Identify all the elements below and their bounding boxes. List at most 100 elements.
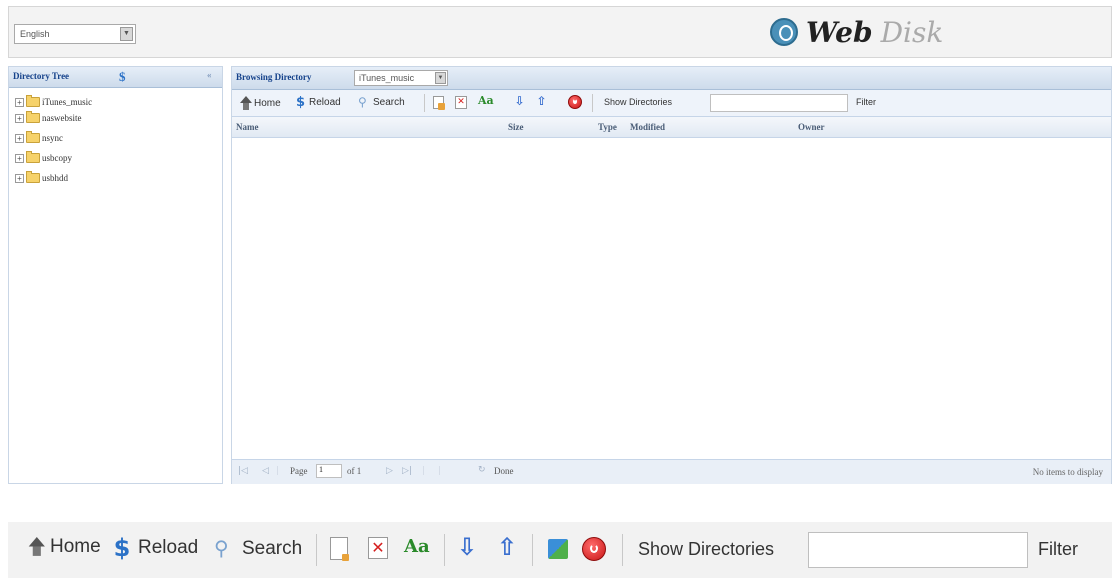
zoomed-toolbar: Home $ Reload ⚲ Search ✕ Aa ⇩ ⇧ Show Dir… (8, 522, 1112, 578)
expand-icon[interactable]: + (15, 133, 24, 143)
reload-icon: $ (113, 534, 131, 562)
pager-divider: | (422, 466, 426, 476)
logo-word-disk: Disk (880, 15, 944, 49)
folder-icon (26, 131, 40, 143)
dropdown-arrow-icon[interactable]: ▼ (435, 72, 446, 84)
logout-icon[interactable] (568, 95, 582, 109)
expand-icon[interactable]: + (15, 153, 24, 163)
show-directories-label: Show Directories (638, 539, 775, 559)
toolbar-divider (316, 534, 317, 566)
download-icon[interactable]: ⇩ (513, 94, 526, 108)
empty-message: No items to display (1032, 467, 1103, 477)
first-page-icon[interactable]: |◁ (238, 466, 248, 476)
folder-icon (26, 171, 40, 183)
logout-icon[interactable] (582, 537, 606, 561)
language-select[interactable]: English ▼ (14, 24, 136, 44)
filter-button-large[interactable]: Filter (1038, 539, 1078, 560)
expand-icon[interactable]: + (15, 97, 24, 107)
directory-select-value: iTunes_music (359, 73, 415, 83)
expand-icon[interactable]: + (15, 113, 24, 123)
new-file-icon[interactable] (330, 537, 349, 561)
search-icon: ⚲ (358, 95, 367, 109)
home-label: Home (50, 536, 101, 557)
tree-item-itunes-music[interactable]: + iTunes_music (15, 94, 92, 110)
browser-header: Browsing Directory iTunes_music ▼ (232, 67, 1111, 90)
directory-select[interactable]: iTunes_music ▼ (354, 70, 448, 86)
home-icon (26, 537, 50, 564)
tree-item-usbhdd[interactable]: + usbhdd (15, 170, 68, 186)
collapse-icon[interactable]: « (207, 70, 212, 80)
disk-logo-icon (770, 18, 798, 46)
dropdown-arrow-icon[interactable]: ▼ (120, 27, 133, 41)
pager-divider: | (438, 466, 442, 476)
directory-tree-panel: Directory Tree $ « + iTunes_music + nasw… (8, 66, 223, 484)
tree-item-label: naswebsite (42, 113, 82, 123)
toolbar-divider (622, 534, 623, 566)
tree-item-naswebsite[interactable]: + naswebsite (15, 110, 82, 126)
toolbar-divider (444, 534, 445, 566)
column-size[interactable]: Size (508, 122, 524, 132)
delete-icon[interactable]: ✕ (455, 96, 467, 109)
reload-label: Reload (138, 537, 199, 558)
next-page-icon[interactable]: ▷ (386, 466, 393, 476)
logo-word-web: Web (806, 15, 873, 49)
tree-item-label: usbhdd (42, 173, 69, 183)
tree-item-label: usbcopy (42, 153, 72, 163)
search-button-large[interactable]: ⚲ Search (214, 536, 302, 561)
show-directories-label: Show Directories (604, 97, 673, 107)
column-modified[interactable]: Modified (630, 122, 665, 132)
tree-item-usbcopy[interactable]: + usbcopy (15, 150, 72, 166)
filter-input-large[interactable] (808, 532, 1028, 568)
browsing-directory-label: Browsing Directory (236, 72, 312, 82)
toolbar-divider (424, 94, 425, 112)
page-number-value: 1 (319, 465, 323, 474)
page-count-label: of 1 (347, 466, 362, 476)
last-page-icon[interactable]: ▷| (402, 466, 412, 476)
page-number-input[interactable]: 1 (316, 464, 342, 478)
search-label: Search (373, 96, 405, 108)
folder-icon (26, 95, 40, 107)
reload-label: Reload (309, 97, 341, 108)
tree-item-label: iTunes_music (42, 97, 93, 107)
filter-input[interactable] (710, 94, 848, 112)
search-label: Search (242, 537, 303, 559)
column-owner[interactable]: Owner (798, 122, 825, 132)
share-icon[interactable] (548, 539, 568, 559)
rename-icon[interactable]: Aa (404, 536, 430, 557)
rename-icon[interactable]: Aa (478, 94, 494, 107)
directory-tree-title: Directory Tree (13, 71, 70, 81)
column-name[interactable]: Name (236, 122, 259, 132)
previous-page-icon[interactable]: ◁ (262, 466, 269, 476)
page-label: Page (290, 466, 308, 476)
pagination-bar: |◁ ◁ | Page 1 of 1 ▷ ▷| | | ↻ Done No it… (232, 459, 1111, 484)
directory-tree-header: Directory Tree $ « (9, 67, 222, 88)
refresh-icon[interactable]: ↻ (478, 465, 486, 475)
delete-icon[interactable]: ✕ (368, 537, 388, 559)
column-header-row: Name Size Type Modified Owner (232, 117, 1111, 138)
file-browser-panel: Browsing Directory iTunes_music ▼ Home $… (231, 66, 1112, 484)
reload-button[interactable]: $ Reload (294, 95, 341, 110)
upload-icon[interactable]: ⇧ (535, 94, 548, 108)
search-button[interactable]: ⚲ Search (358, 95, 405, 109)
language-value: English (20, 29, 50, 39)
home-button[interactable]: Home (238, 96, 281, 110)
new-file-icon[interactable] (433, 96, 445, 110)
home-label: Home (254, 97, 281, 109)
home-button-large[interactable]: Home (26, 536, 101, 558)
download-icon[interactable]: ⇩ (456, 533, 478, 561)
status-done-label: Done (494, 466, 514, 476)
upload-icon[interactable]: ⇧ (496, 533, 518, 561)
show-directories-button-large[interactable]: Show Directories (638, 539, 774, 560)
reload-icon: $ (295, 95, 306, 110)
file-list (232, 138, 1111, 458)
tree-item-nsync[interactable]: + nsync (15, 130, 63, 146)
reload-button-large[interactable]: $ Reload (110, 534, 199, 562)
reload-icon[interactable]: $ (119, 70, 133, 83)
top-bar (8, 6, 1112, 58)
column-type[interactable]: Type (598, 122, 617, 132)
filter-button[interactable]: Filter (856, 97, 876, 107)
show-directories-button[interactable]: Show Directories (604, 97, 672, 107)
expand-icon[interactable]: + (15, 173, 24, 183)
folder-icon (26, 151, 40, 163)
folder-icon (26, 111, 40, 123)
